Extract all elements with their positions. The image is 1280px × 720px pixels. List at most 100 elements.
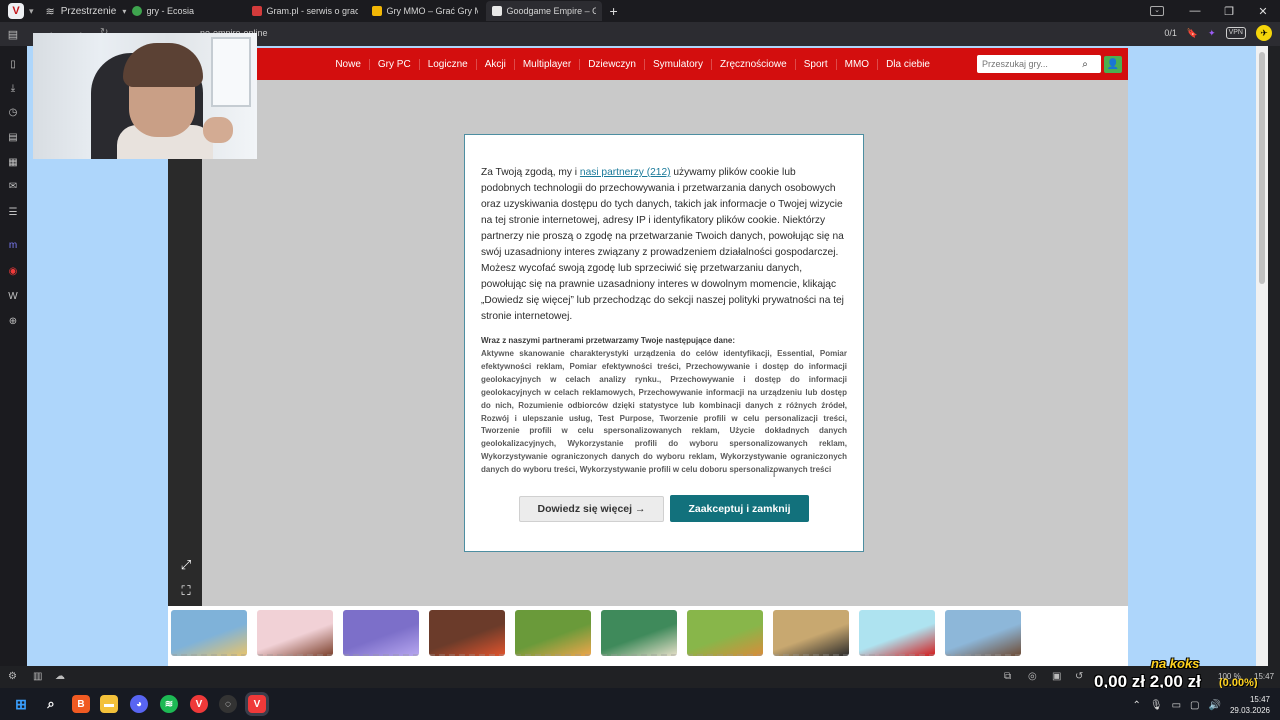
new-tab-icon[interactable]: + <box>610 3 618 19</box>
vpn-button[interactable]: VPN <box>1225 27 1246 39</box>
partners-link[interactable]: nasi partnerzy (212) <box>580 167 671 178</box>
expand-icon[interactable]: ⤢ <box>179 558 193 572</box>
accept-and-close-button[interactable]: Zaakceptuj i zamknij <box>670 495 809 522</box>
panel-toggle-icon[interactable]: ▤ <box>0 28 26 41</box>
clock-date: 29.03.2026 <box>1229 706 1270 715</box>
game-thumbnail[interactable] <box>859 610 935 656</box>
camera-icon[interactable]: ◎ <box>1028 671 1037 682</box>
page-actions-icon[interactable]: ▣ <box>1052 671 1061 682</box>
site-nav-item[interactable]: Zręcznościowe <box>711 58 795 70</box>
learn-more-button[interactable]: Dowiedz się więcej → <box>519 496 664 522</box>
mastodon-icon[interactable]: m <box>6 239 20 253</box>
tab-goodgame-empire[interactable]: Goodgame Empire – Grać C <box>485 1 602 21</box>
tab-gram[interactable]: Gram.pl - serwis o grach <box>246 1 364 21</box>
tiling-icon[interactable]: ▥ <box>33 671 42 682</box>
microphone-icon[interactable]: 🎙 <box>1150 700 1163 711</box>
notes-panel-icon[interactable]: ▤ <box>6 131 20 145</box>
windows-start-icon[interactable]: ⊞ <box>12 695 30 713</box>
text-cursor-icon: I <box>773 470 776 479</box>
site-nav-item[interactable]: Symulatory <box>644 58 711 70</box>
discord-icon[interactable]: ◕ <box>130 695 148 713</box>
search-input[interactable] <box>977 59 1077 69</box>
search-icon[interactable]: ⌕ <box>1077 59 1093 70</box>
tab-list-icon[interactable]: ⌄ <box>1150 6 1164 16</box>
game-thumbnail[interactable] <box>687 610 763 656</box>
tab-counter: 0/1 <box>1164 28 1177 38</box>
taskbar-clock[interactable]: 15:47 29.03.2026 <box>1230 694 1270 716</box>
page-scrollbar[interactable] <box>1256 46 1268 666</box>
gram-favicon-icon <box>251 6 262 16</box>
vivaldi-icon[interactable]: ◉ <box>6 265 20 279</box>
reading-list-icon[interactable]: ☰ <box>6 206 20 220</box>
side-panel: ▯ ⤓ ◷ ▤ ▦ ✉ ☰ m ◉ W ⊕ <box>0 46 27 666</box>
mail-panel-icon[interactable]: ✉ <box>6 180 20 194</box>
tab-title: Gram.pl - serwis o grach <box>266 6 358 16</box>
game-thumbnail[interactable] <box>515 610 591 656</box>
cookie-data-list: Aktywne skanowanie charakterystyki urząd… <box>481 349 847 475</box>
game-thumbnail[interactable] <box>171 610 247 656</box>
tab-title: Goodgame Empire – Grać C <box>506 6 596 16</box>
site-nav-item[interactable]: Dziewczyn <box>579 58 644 70</box>
game-thumbnail[interactable] <box>773 610 849 656</box>
spotify-icon[interactable]: ≋ <box>160 695 178 713</box>
cookie-intro-before: Za Twoją zgodą, my i <box>481 167 580 178</box>
vivaldi-taskbar-icon[interactable]: V <box>190 695 208 713</box>
workspace-selector[interactable]: ≋ Przestrzenie ▾ <box>46 5 127 18</box>
reader-icon[interactable]: ↺ <box>1075 671 1083 682</box>
chevron-up-icon[interactable]: ⌃ <box>1133 700 1141 711</box>
workspace-label: Przestrzenie <box>60 5 117 17</box>
site-nav-item[interactable]: Sport <box>794 58 836 70</box>
bookmarks-panel-icon[interactable]: ▯ <box>6 58 20 72</box>
game-thumbnail[interactable] <box>429 610 505 656</box>
bookmark-icon[interactable]: 🔖 <box>1187 28 1198 39</box>
gry-favicon-icon <box>371 6 382 16</box>
site-nav-item[interactable]: Akcji <box>475 58 514 70</box>
volume-icon[interactable]: 🔊 <box>1209 700 1221 711</box>
site-nav-item[interactable]: MMO <box>835 58 877 70</box>
game-thumbnail[interactable] <box>601 610 677 656</box>
chevron-down-icon[interactable]: ▾ <box>29 6 34 17</box>
history-panel-icon[interactable]: ◷ <box>6 106 20 120</box>
display-icon[interactable]: ▢ <box>1190 700 1199 711</box>
close-icon[interactable]: ✕ <box>1246 5 1280 18</box>
extension-yellow-icon[interactable]: ✈ <box>1256 25 1272 41</box>
site-nav-item[interactable]: Nowe <box>327 59 369 70</box>
wikipedia-icon[interactable]: W <box>6 290 20 304</box>
cookie-intro-after: używamy plików cookie lub podobnych tech… <box>481 167 844 322</box>
webcam-overlay <box>33 33 257 159</box>
file-explorer-icon[interactable]: ▬ <box>100 695 118 713</box>
settings-icon[interactable]: ⚙ <box>8 671 17 682</box>
user-icon[interactable]: 👤 <box>1104 56 1122 73</box>
site-nav-item[interactable]: Multiplayer <box>513 58 579 70</box>
search-icon[interactable]: ⌕ <box>42 695 60 713</box>
tab-strip: V ▾ ≋ Przestrzenie ▾ gry - Ecosia Gram.p… <box>0 0 1280 22</box>
downloads-panel-icon[interactable]: ⤓ <box>6 82 20 96</box>
cloud-sync-icon[interactable]: ☁ <box>55 671 65 682</box>
capture-icon[interactable]: ⧉ <box>1004 671 1011 682</box>
add-panel-icon[interactable]: ⊕ <box>6 315 20 329</box>
tab-gry-mmo[interactable]: Gry MMO – Grać Gry MMO <box>366 1 484 21</box>
site-nav-item[interactable]: Dla ciebie <box>877 58 938 70</box>
tab-title: gry - Ecosia <box>146 6 195 16</box>
maximize-icon[interactable]: ❐ <box>1212 5 1246 18</box>
game-thumbnails <box>168 606 1128 666</box>
fullscreen-icon[interactable]: ⛶ <box>179 584 193 598</box>
webcam-background-window <box>211 37 251 107</box>
site-nav-item[interactable]: Gry PC <box>368 58 419 70</box>
vivaldi-menu-icon[interactable]: V <box>8 3 24 19</box>
game-thumbnail[interactable] <box>343 610 419 656</box>
obs-icon[interactable]: ◌ <box>219 695 237 713</box>
site-nav-item[interactable]: Logiczne <box>418 58 476 70</box>
game-thumbnail[interactable] <box>257 610 333 656</box>
network-icon[interactable]: ▭ <box>1172 700 1181 711</box>
cookie-consent-dialog: Za Twoją zgodą, my i nasi partnerzy (212… <box>464 134 864 552</box>
game-thumbnail[interactable] <box>945 610 1021 656</box>
translate-panel-icon[interactable]: ▦ <box>6 156 20 170</box>
brave-icon[interactable]: B <box>72 695 90 713</box>
extension-icon[interactable]: ✦ <box>1208 28 1216 39</box>
site-search[interactable]: ⌕ <box>977 55 1101 73</box>
minimize-icon[interactable]: — <box>1178 5 1212 17</box>
scrollbar-thumb[interactable] <box>1259 52 1265 284</box>
vivaldi-active-icon[interactable]: V <box>248 695 266 713</box>
tab-ecosia[interactable]: gry - Ecosia <box>126 1 244 21</box>
